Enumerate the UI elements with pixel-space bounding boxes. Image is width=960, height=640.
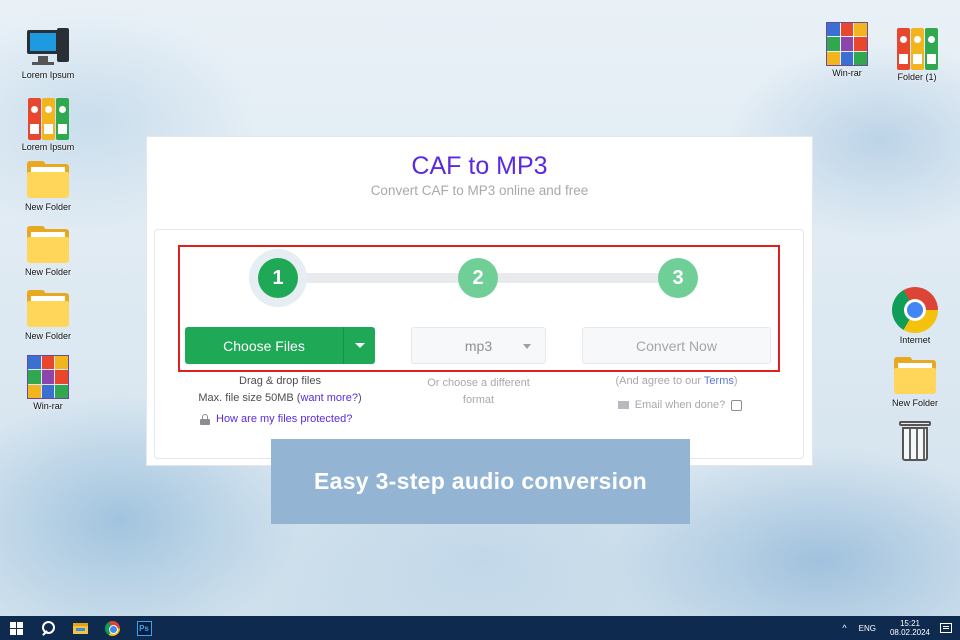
desktop-icon-label: New Folder: [24, 331, 71, 341]
desktop-icon-new-folder-2[interactable]: New Folder: [13, 225, 83, 277]
max-size-text: Max. file size 50MB (: [198, 392, 301, 404]
page-subtitle: Convert CAF to MP3 online and free: [370, 183, 589, 198]
max-size-close: ): [357, 392, 362, 404]
desktop-icon-label: Internet: [899, 335, 931, 345]
lock-icon: [200, 413, 210, 425]
desktop-icon-label: New Folder: [24, 202, 71, 212]
system-tray: ^ ENG 15:21 08.02.2024: [842, 616, 960, 640]
chrome-icon: [104, 620, 120, 636]
choose-format-hint: Or choose a different format: [427, 377, 530, 406]
taskbar: Ps ^ ENG 15:21 08.02.2024: [0, 616, 960, 640]
desktop-icon-label: New Folder: [891, 398, 938, 408]
desktop-icon-new-folder-3[interactable]: New Folder: [13, 289, 83, 341]
taskbar-search[interactable]: [32, 616, 64, 640]
desktop-icon-label: Win-rar: [33, 401, 63, 411]
desktop-icon-new-folder-1[interactable]: New Folder: [13, 160, 83, 212]
winrar-icon: [826, 22, 868, 66]
folder-icon: [25, 160, 71, 200]
binders-icon: [25, 96, 71, 140]
clock-date: 08.02.2024: [889, 628, 930, 637]
desktop-icon-binders[interactable]: Lorem Ipsum: [13, 96, 83, 152]
desktop-icon-new-folder-right[interactable]: New Folder: [880, 356, 950, 408]
desktop-icon-recycle-bin[interactable]: [880, 419, 950, 463]
binders-icon: [894, 26, 940, 70]
file-explorer-icon: [72, 622, 88, 634]
taskbar-chrome[interactable]: [96, 616, 128, 640]
desktop-icon-label: Lorem Ipsum: [21, 142, 75, 152]
terms-agreement: (And agree to our Terms): [582, 375, 771, 387]
desktop-icon-label: Folder (1): [897, 72, 937, 82]
caption-banner: Easy 3-step audio conversion: [271, 439, 690, 524]
drag-drop-hint: Drag & drop files: [239, 375, 321, 387]
taskbar-photoshop[interactable]: Ps: [128, 616, 160, 640]
search-icon: [41, 621, 55, 635]
desktop-icon-folder-1[interactable]: Folder (1): [882, 26, 952, 82]
clock-time: 15:21: [899, 619, 920, 628]
desktop-icon-label: Win-rar: [832, 68, 862, 78]
terms-link[interactable]: Terms: [704, 375, 734, 387]
max-file-size-hint: Max. file size 50MB (want more?): [185, 392, 375, 404]
desktop-icon-winrar-right[interactable]: Win-rar: [812, 22, 882, 78]
envelope-icon: [617, 401, 629, 409]
email-when-done-checkbox[interactable]: [731, 399, 743, 411]
desktop-icon-internet[interactable]: Internet: [880, 287, 950, 345]
desktop-icon-label: Lorem Ipsum: [21, 70, 75, 80]
recycle-bin-icon: [897, 419, 933, 463]
clock[interactable]: 15:21 08.02.2024: [890, 619, 930, 637]
desktop-icon-computer[interactable]: Lorem Ipsum: [13, 26, 83, 80]
desktop-icon-label: New Folder: [24, 267, 71, 277]
agree-prefix: (And agree to our: [615, 375, 704, 387]
photoshop-icon: Ps: [136, 620, 152, 636]
email-when-done-label: Email when done?: [634, 399, 726, 411]
files-protected-label[interactable]: How are my files protected?: [216, 413, 352, 425]
folder-icon: [25, 289, 71, 329]
show-hidden-icons-chevron[interactable]: ^: [842, 623, 846, 633]
want-more-link[interactable]: want more?: [300, 392, 357, 404]
taskbar-file-explorer[interactable]: [64, 616, 96, 640]
agree-suffix: ): [733, 375, 738, 387]
chrome-icon: [892, 287, 938, 333]
winrar-icon: [27, 355, 69, 399]
desktop-icon-winrar[interactable]: Win-rar: [13, 355, 83, 411]
notification-icon[interactable]: [940, 623, 952, 633]
computer-icon: [25, 26, 71, 68]
email-when-done[interactable]: Email when done?: [600, 399, 760, 411]
page-title: CAF to MP3: [411, 152, 548, 180]
language-indicator[interactable]: ENG: [859, 624, 876, 633]
folder-icon: [25, 225, 71, 265]
steps-highlight-box: [178, 245, 780, 372]
start-button[interactable]: [0, 616, 32, 640]
files-protected-link[interactable]: How are my files protected?: [200, 413, 380, 425]
windows-start-icon: [9, 621, 23, 635]
folder-icon: [892, 356, 938, 396]
